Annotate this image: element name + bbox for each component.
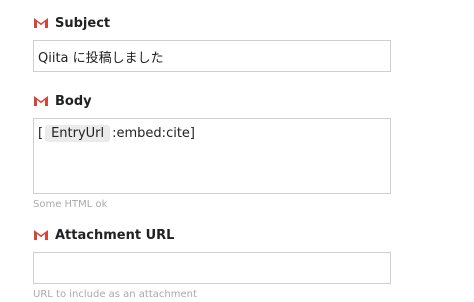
subject-label: Subject bbox=[55, 15, 111, 31]
body-help-text: Some HTML ok bbox=[33, 199, 108, 210]
subject-label-row: Subject bbox=[33, 14, 391, 32]
attachment-url-label-row: Attachment URL bbox=[33, 226, 391, 244]
ingredient-pill-entryurl[interactable]: EntryUrl bbox=[45, 125, 111, 142]
attachment-url-help-text: URL to include as an attachment bbox=[33, 289, 197, 300]
body-field-group: Body [EntryUrl:embed:cite] Some HTML ok bbox=[33, 92, 391, 210]
attachment-url-label: Attachment URL bbox=[55, 227, 175, 243]
subject-input[interactable]: Qiita に投稿しました bbox=[33, 40, 391, 72]
gmail-icon bbox=[33, 95, 49, 107]
body-label-row: Body bbox=[33, 92, 391, 110]
subject-value: Qiita に投稿しました bbox=[38, 50, 164, 66]
gmail-icon bbox=[33, 17, 49, 29]
body-value-prefix: [ bbox=[38, 126, 44, 141]
body-value-suffix: :embed:cite] bbox=[112, 126, 195, 141]
attachment-url-input[interactable] bbox=[33, 252, 391, 284]
body-textarea[interactable]: [EntryUrl:embed:cite] bbox=[33, 118, 391, 194]
gmail-icon bbox=[33, 229, 49, 241]
body-label: Body bbox=[55, 93, 92, 109]
subject-field-group: Subject Qiita に投稿しました bbox=[33, 14, 391, 72]
attachment-url-field-group: Attachment URL URL to include as an atta… bbox=[33, 226, 391, 300]
